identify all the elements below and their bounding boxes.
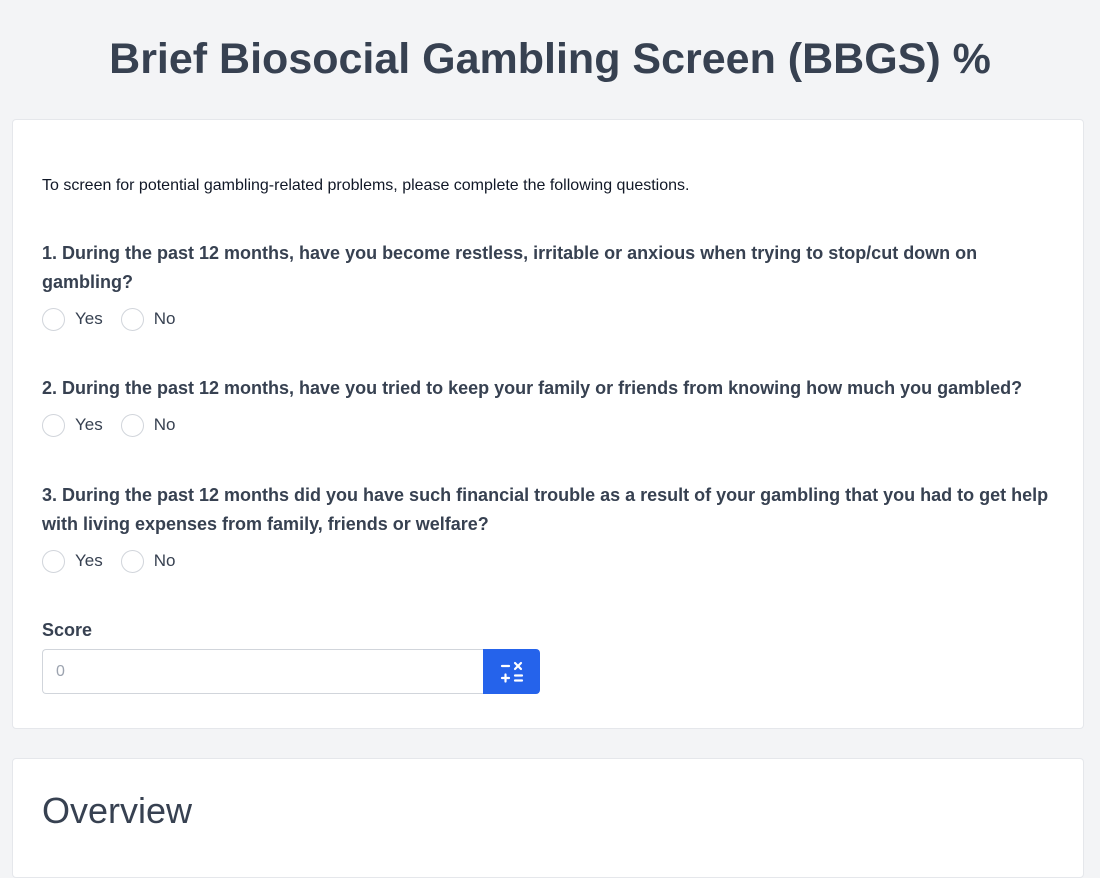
question-1-yes-option[interactable]: Yes <box>42 307 103 331</box>
question-3-text: 3. During the past 12 months did you hav… <box>42 485 1049 534</box>
question-3-no-radio[interactable] <box>120 549 144 573</box>
question-1-options: Yes No <box>42 306 1052 332</box>
calculator-icon <box>500 661 523 683</box>
question-2-no-label: No <box>153 415 176 434</box>
question-1-yes-label: Yes <box>75 309 103 328</box>
question-3-yes-option[interactable]: Yes <box>42 549 103 573</box>
question-2: 2. During the past 12 months, have you t… <box>42 374 1052 438</box>
score-row <box>42 649 540 694</box>
intro-text: To screen for potential gambling-related… <box>42 177 690 194</box>
calculate-button[interactable] <box>483 649 540 694</box>
question-3-yes-radio[interactable] <box>42 549 65 573</box>
question-1-no-label: No <box>153 309 176 328</box>
question-2-yes-option[interactable]: Yes <box>42 413 103 437</box>
score-input[interactable] <box>42 649 483 694</box>
questionnaire-card: To screen for potential gambling-related… <box>12 119 1084 729</box>
question-3: 3. During the past 12 months did you hav… <box>42 481 1052 574</box>
question-3-options: Yes No <box>42 548 1052 574</box>
overview-title: Overview <box>42 790 193 831</box>
question-3-no-option[interactable]: No <box>120 549 176 573</box>
question-1-no-option[interactable]: No <box>120 307 176 331</box>
question-1-no-radio[interactable] <box>120 307 144 331</box>
page-title: Brief Biosocial Gambling Screen (BBGS) % <box>109 35 991 83</box>
question-3-no-label: No <box>153 551 176 570</box>
question-2-no-option[interactable]: No <box>120 413 176 437</box>
question-1-text: 1. During the past 12 months, have you b… <box>42 243 978 292</box>
question-2-yes-radio[interactable] <box>42 413 65 437</box>
question-2-text: 2. During the past 12 months, have you t… <box>42 378 1023 398</box>
question-1-yes-radio[interactable] <box>42 307 65 331</box>
question-2-no-radio[interactable] <box>120 413 144 437</box>
question-2-yes-label: Yes <box>75 415 103 434</box>
question-2-options: Yes No <box>42 412 1052 438</box>
score-label: Score <box>42 620 93 640</box>
question-1: 1. During the past 12 months, have you b… <box>42 239 1052 332</box>
question-3-yes-label: Yes <box>75 551 103 570</box>
overview-card: Overview <box>12 758 1084 878</box>
